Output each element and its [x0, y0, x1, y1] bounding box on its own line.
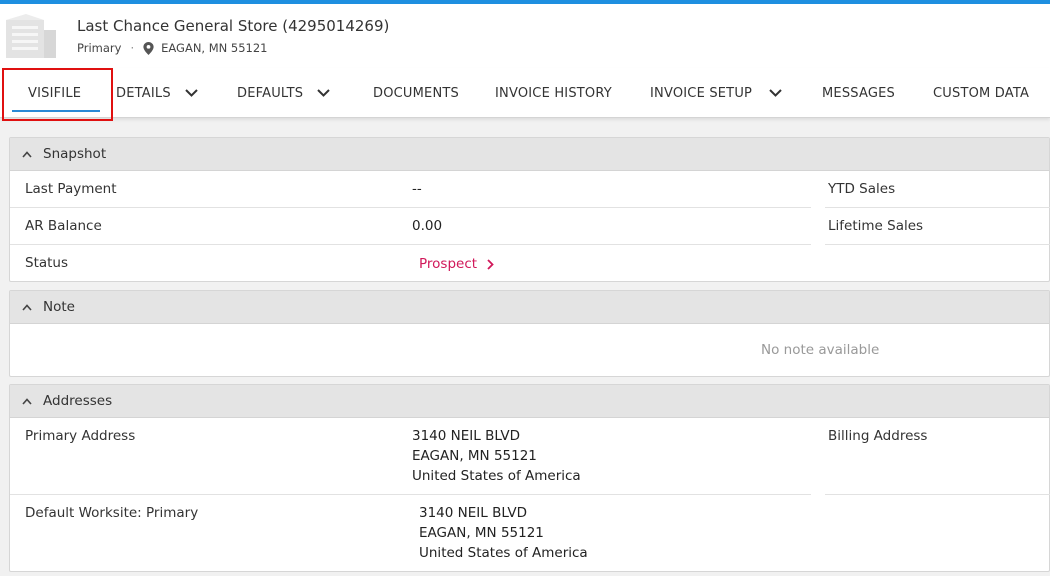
site-type-label: Primary: [77, 41, 122, 55]
address-line: EAGAN, MN 55121: [419, 525, 544, 541]
panel-title: Snapshot: [43, 146, 107, 162]
addresses-panel: Addresses Primary Address 3140 NEIL BLVD…: [9, 384, 1050, 572]
tab-label: DOCUMENTS: [373, 85, 459, 101]
separator-dot: ·: [130, 41, 135, 55]
address-line: United States of America: [419, 545, 588, 561]
ar-balance-value: 0.00: [412, 218, 443, 234]
default-worksite-label: Default Worksite: Primary: [25, 505, 199, 521]
note-empty-text: No note available: [761, 342, 880, 358]
building-icon: [6, 14, 56, 58]
chevron-down-icon: [185, 89, 198, 97]
last-payment-value: --: [412, 181, 422, 197]
tab-invoice-setup[interactable]: INVOICE SETUP: [650, 68, 782, 118]
address-line: 3140 NEIL BLVD: [419, 505, 527, 521]
account-header: Last Chance General Store (4295014269) P…: [0, 4, 1050, 68]
map-pin-icon: [143, 41, 154, 55]
chevron-down-icon: [317, 89, 330, 97]
tab-defaults[interactable]: DEFAULTS: [237, 68, 330, 118]
header-subline: Primary · EAGAN, MN 55121: [77, 41, 268, 55]
status-value[interactable]: Prospect: [419, 256, 477, 272]
tab-invoice-history[interactable]: INVOICE HISTORY: [495, 68, 612, 118]
tab-label: CUSTOM DATA: [933, 85, 1030, 101]
location-text: EAGAN, MN 55121: [161, 41, 268, 55]
ar-balance-label: AR Balance: [25, 218, 102, 234]
row-divider: [825, 207, 1050, 208]
address-line: EAGAN, MN 55121: [412, 448, 537, 464]
tab-label: MESSAGES: [822, 85, 895, 101]
tab-label: INVOICE SETUP: [650, 85, 753, 101]
primary-address-label: Primary Address: [25, 428, 136, 444]
addresses-panel-header[interactable]: Addresses: [10, 385, 1049, 418]
caret-up-icon[interactable]: [22, 397, 32, 405]
note-panel-header[interactable]: Note: [10, 291, 1049, 324]
address-line: United States of America: [412, 468, 581, 484]
address-line: 3140 NEIL BLVD: [412, 428, 520, 444]
chevron-right-icon[interactable]: [487, 258, 494, 270]
status-label: Status: [25, 255, 69, 271]
panel-title: Note: [43, 299, 75, 315]
row-divider: [10, 244, 811, 245]
tab-documents[interactable]: DOCUMENTS: [373, 68, 459, 118]
status-link[interactable]: Prospect: [419, 256, 494, 272]
row-divider: [825, 244, 1050, 245]
ytd-sales-label: YTD Sales: [828, 181, 896, 197]
caret-up-icon[interactable]: [22, 303, 32, 311]
row-divider: [825, 494, 1050, 495]
tab-bar: VISIFILE DETAILS DEFAULTS DOCUMENTS INVO…: [0, 68, 1050, 121]
panel-title: Addresses: [43, 393, 113, 409]
lifetime-sales-label: Lifetime Sales: [828, 218, 924, 234]
tab-label: DETAILS: [116, 85, 171, 101]
billing-address-label: Billing Address: [828, 428, 928, 444]
snapshot-panel-header[interactable]: Snapshot: [10, 138, 1049, 171]
snapshot-panel: Snapshot Last Payment -- YTD Sales AR Ba…: [9, 137, 1050, 282]
page-title: Last Chance General Store (4295014269): [77, 17, 390, 35]
caret-up-icon[interactable]: [22, 150, 32, 158]
tab-messages[interactable]: MESSAGES: [822, 68, 895, 118]
row-divider: [10, 207, 811, 208]
tab-custom-data[interactable]: CUSTOM DATA: [933, 68, 1029, 118]
active-tab-indicator: [12, 110, 100, 112]
row-divider: [10, 494, 811, 495]
worksite-address-value: 3140 NEIL BLVD EAGAN, MN 55121 United St…: [419, 503, 588, 563]
chevron-down-icon: [769, 89, 782, 97]
primary-address-value: 3140 NEIL BLVD EAGAN, MN 55121 United St…: [412, 426, 581, 486]
tab-details[interactable]: DETAILS: [116, 68, 198, 118]
note-panel: Note No note available: [9, 290, 1050, 377]
last-payment-label: Last Payment: [25, 181, 117, 197]
tab-label: VISIFILE: [28, 85, 82, 101]
tab-label: DEFAULTS: [237, 85, 304, 101]
tab-label: INVOICE HISTORY: [495, 85, 612, 101]
